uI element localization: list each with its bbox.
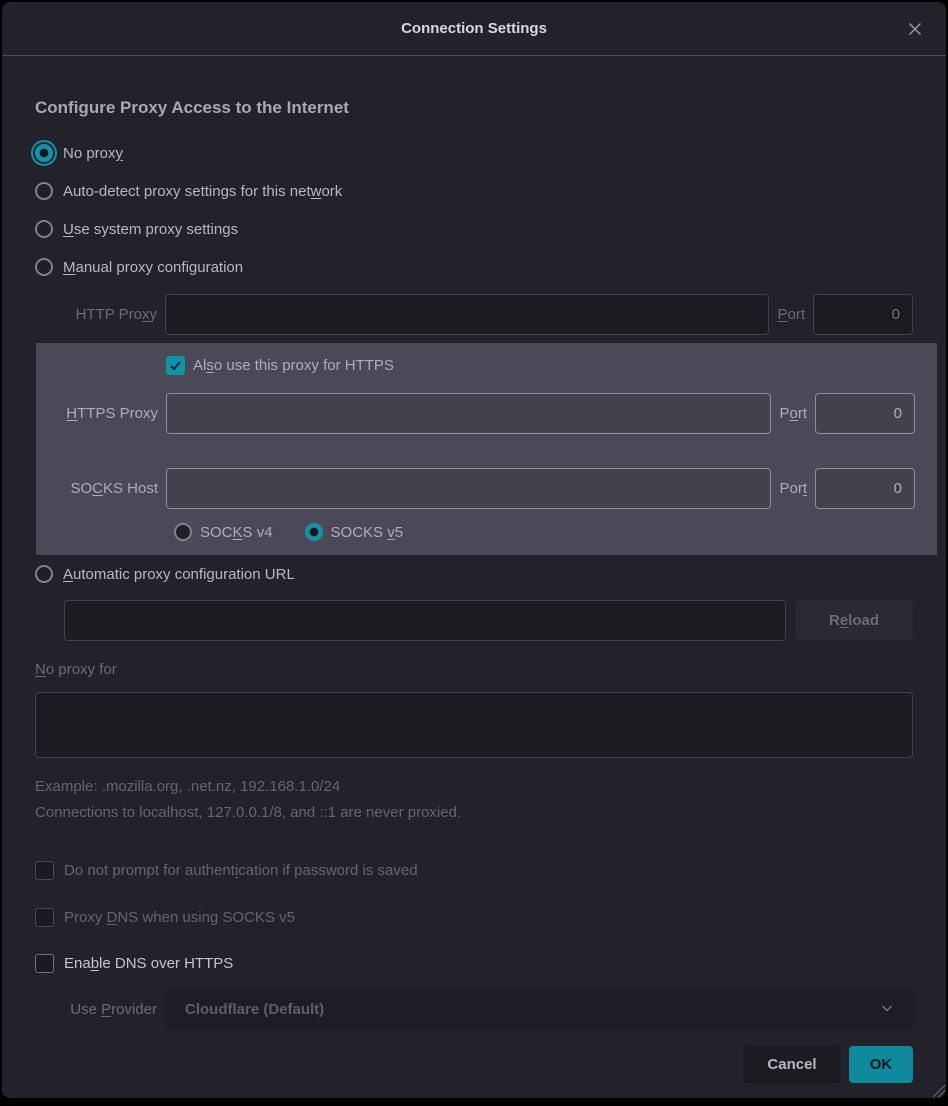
socks-port-label: Port	[771, 480, 815, 497]
http-port-label: Port	[769, 306, 813, 323]
https-proxy-row: HTTPS Proxy Port	[36, 393, 915, 434]
proxy-dns-row[interactable]: Proxy DNS when using SOCKS v5	[35, 903, 913, 931]
provider-selected-value: Cloudflare (Default)	[185, 1001, 879, 1018]
no-proxy-example-text: Example: .mozilla.org, .net.nz, 192.168.…	[35, 778, 913, 798]
no-proxy-for-label: No proxy for	[35, 661, 913, 685]
https-port-label: Port	[771, 405, 815, 422]
provider-label: Use Provider	[35, 1001, 165, 1018]
proxy-dns-label: Proxy DNS when using SOCKS v5	[64, 909, 295, 926]
dialog-footer: Cancel OK	[35, 1046, 913, 1083]
radio-row-no-proxy[interactable]: No proxy	[35, 138, 913, 168]
manual-proxy-label: Manual proxy configuration	[63, 259, 243, 276]
radio-row-manual-proxy[interactable]: Manual proxy configuration	[35, 252, 913, 282]
https-proxy-label: HTTPS Proxy	[36, 405, 166, 422]
http-proxy-input[interactable]	[165, 294, 769, 335]
auto-url-input[interactable]	[64, 600, 786, 641]
socks-host-input[interactable]	[166, 468, 771, 509]
radio-row-auto-url[interactable]: Automatic proxy configuration URL	[35, 559, 913, 589]
http-proxy-label: HTTP Proxy	[35, 306, 165, 323]
dialog-title: Connection Settings	[401, 20, 547, 37]
https-proxy-input[interactable]	[166, 393, 771, 434]
no-prompt-auth-label: Do not prompt for authentication if pass…	[64, 862, 418, 879]
auto-url-input-row: Reload	[64, 600, 913, 641]
socks-host-label: SOCKS Host	[36, 480, 166, 497]
auto-url-label: Automatic proxy configuration URL	[63, 566, 295, 583]
no-prompt-auth-checkbox[interactable]	[35, 861, 54, 880]
https-port-input[interactable]	[815, 393, 915, 434]
doh-checkbox[interactable]	[35, 954, 54, 973]
connection-settings-dialog: Connection Settings Configure Proxy Acce…	[2, 2, 946, 1098]
provider-dropdown[interactable]: Cloudflare (Default)	[165, 989, 913, 1030]
close-icon[interactable]	[902, 16, 928, 42]
localhost-note-text: Connections to localhost, 127.0.0.1/8, a…	[35, 804, 913, 824]
no-prompt-auth-row[interactable]: Do not prompt for authentication if pass…	[35, 856, 913, 884]
page-title: Configure Proxy Access to the Internet	[35, 98, 913, 124]
auto-detect-radio[interactable]	[35, 182, 53, 200]
doh-label: Enable DNS over HTTPS	[64, 955, 233, 972]
socks-v4-radio[interactable]	[174, 523, 192, 541]
radio-row-system-proxy[interactable]: Use system proxy settings	[35, 214, 913, 244]
also-https-label: Also use this proxy for HTTPS	[193, 357, 394, 374]
no-proxy-radio[interactable]	[35, 144, 53, 162]
cancel-button[interactable]: Cancel	[743, 1046, 841, 1083]
proxy-dns-checkbox[interactable]	[35, 908, 54, 927]
provider-row: Use Provider Cloudflare (Default)	[35, 989, 913, 1030]
socks-v5-radio[interactable]	[305, 523, 323, 541]
socks-v4-label: SOCKS v4	[200, 524, 273, 541]
chevron-down-icon	[879, 1000, 895, 1020]
highlighted-section: Also use this proxy for HTTPS HTTPS Prox…	[36, 343, 937, 555]
socks-port-input[interactable]	[815, 468, 915, 509]
reload-button[interactable]: Reload	[795, 600, 913, 641]
also-https-row[interactable]: Also use this proxy for HTTPS	[166, 351, 915, 379]
http-port-input[interactable]	[813, 294, 913, 335]
socks-host-row: SOCKS Host Port	[36, 468, 915, 509]
dialog-content: Configure Proxy Access to the Internet N…	[2, 56, 946, 1098]
auto-detect-label: Auto-detect proxy settings for this netw…	[63, 183, 342, 200]
dialog-titlebar: Connection Settings	[2, 2, 946, 56]
socks-version-row: SOCKS v4 SOCKS v5	[174, 517, 915, 547]
http-proxy-row: HTTP Proxy Port	[35, 294, 913, 335]
socks-v5-label: SOCKS v5	[331, 524, 404, 541]
no-proxy-for-textarea[interactable]	[35, 692, 913, 758]
radio-row-auto-detect[interactable]: Auto-detect proxy settings for this netw…	[35, 176, 913, 206]
no-proxy-label: No proxy	[63, 145, 123, 162]
auto-url-radio[interactable]	[35, 565, 53, 583]
system-proxy-radio[interactable]	[35, 220, 53, 238]
manual-proxy-radio[interactable]	[35, 258, 53, 276]
ok-button[interactable]: OK	[849, 1046, 913, 1083]
doh-row[interactable]: Enable DNS over HTTPS	[35, 949, 913, 977]
also-https-checkbox[interactable]	[166, 356, 185, 375]
system-proxy-label: Use system proxy settings	[63, 221, 238, 238]
